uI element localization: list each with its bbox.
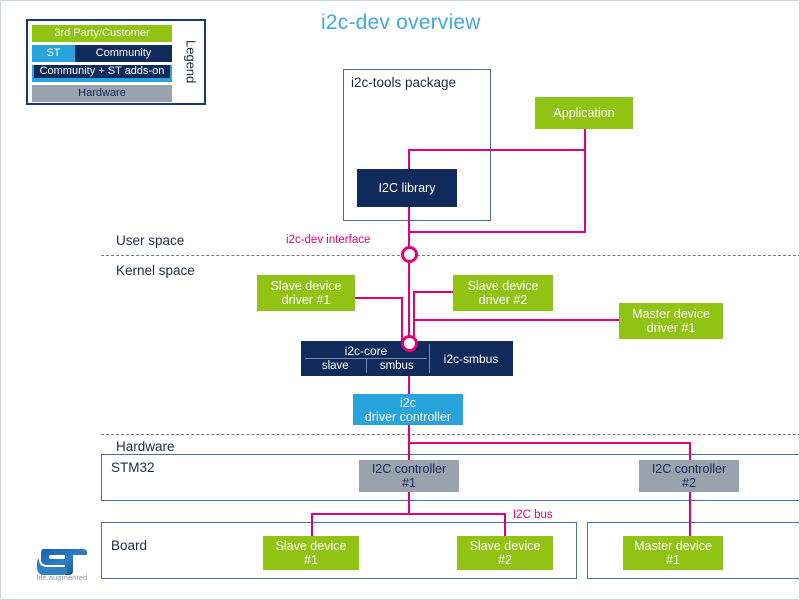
wire-app-to-library <box>408 149 586 151</box>
label-stm32: STM32 <box>111 460 155 475</box>
wire-slave-driver-2-to-core <box>413 291 453 293</box>
label-i2c-dev-interface: i2c-dev interface <box>286 234 371 246</box>
block-master-device-1[interactable]: Master device #1 <box>623 536 723 570</box>
node-i2c-dev-interface <box>401 246 418 263</box>
wire-master-driver-1-to-core <box>413 319 619 321</box>
block-slave-device-1[interactable]: Slave device #1 <box>263 536 359 570</box>
wire-devnode-to-core <box>408 262 410 346</box>
block-i2c-controller-1[interactable]: I2C controller #1 <box>359 460 459 492</box>
block-master-device-driver-1[interactable]: Master device driver #1 <box>619 303 723 339</box>
wire-app-corner <box>584 129 586 151</box>
label-user-space: User space <box>116 233 185 248</box>
wire-bus-to-slave-2 <box>504 513 506 537</box>
legend-item-hardware: Hardware <box>32 85 172 102</box>
block-i2c-driver-controller[interactable]: i2c driver controller <box>353 394 463 425</box>
wire-ctrl1-down <box>408 491 410 515</box>
st-logo <box>37 549 87 575</box>
i2c-core-subsections: slave smbus <box>305 359 427 373</box>
wire-slave-driver-1-to-core <box>355 297 403 299</box>
user-kernel-separator <box>101 255 799 256</box>
legend-item-community: Community <box>75 45 172 62</box>
wire-i2c-bus-horizontal-right <box>408 513 506 515</box>
wire-branch-to-ctrl2 <box>408 442 691 444</box>
legend-item-community-st-addson: Community + ST adds-on <box>32 65 172 82</box>
legend-item-third-party: 3rd Party/Customer <box>32 25 172 42</box>
wire-core-to-driver-controller <box>408 376 410 394</box>
kernel-hardware-separator <box>101 434 799 435</box>
label-i2c-core-smbus: smbus <box>379 360 414 372</box>
legend-item-st: ST <box>32 45 75 62</box>
label-hardware: Hardware <box>116 439 175 454</box>
legend-item-community-st-addson-label: Community + ST adds-on <box>34 65 170 78</box>
label-i2c-core-slave: slave <box>305 359 367 373</box>
node-i2c-core <box>401 335 418 352</box>
page-title: i2c-dev overview <box>321 11 481 34</box>
label-board: Board <box>111 538 148 553</box>
wire-bus-to-slave-1 <box>311 513 313 537</box>
legend-rows: 3rd Party/Customer ST Community Communit… <box>32 25 172 105</box>
legend-title: Legend <box>183 40 199 84</box>
block-slave-device-driver-2[interactable]: Slave device driver #2 <box>453 275 553 311</box>
wire-app-to-devnode <box>408 231 586 233</box>
label-i2c-tools-package: i2c-tools package <box>351 75 457 90</box>
wire-ctrl2-to-master-device <box>689 491 691 537</box>
wire-i2c-bus-horizontal <box>311 513 410 515</box>
block-slave-device-driver-1[interactable]: Slave device driver #1 <box>257 275 355 311</box>
block-slave-device-2[interactable]: Slave device #2 <box>457 536 553 570</box>
slide-canvas: i2c-dev overview 3rd Party/Customer ST C… <box>0 0 800 600</box>
block-i2c-library[interactable]: I2C library <box>357 169 457 207</box>
block-i2c-controller-2[interactable]: I2C controller #2 <box>639 460 739 492</box>
i2c-core-divider <box>429 344 430 373</box>
label-i2c-bus: I2C bus <box>513 509 553 521</box>
label-kernel-space: Kernel space <box>116 263 195 278</box>
legend: 3rd Party/Customer ST Community Communit… <box>26 19 206 105</box>
block-application[interactable]: Application <box>535 97 633 129</box>
legend-item-st-community: ST Community <box>32 45 172 62</box>
label-i2c-smbus: i2c-smbus <box>443 351 499 366</box>
